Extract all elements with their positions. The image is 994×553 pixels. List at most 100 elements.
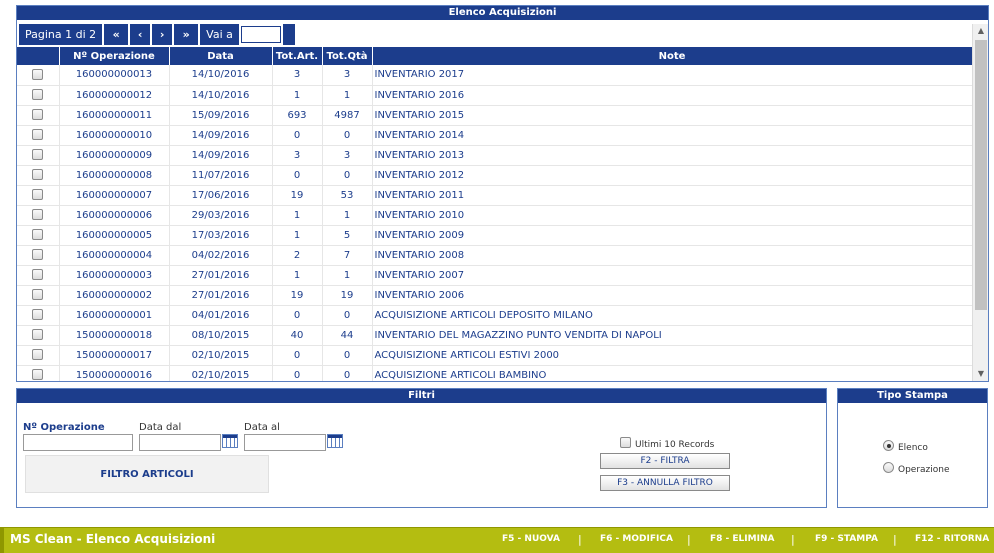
cell-tot-qta: 1 — [322, 85, 373, 106]
row-select-checkbox[interactable] — [32, 109, 44, 121]
row-select-checkbox[interactable] — [32, 289, 44, 301]
next-page-button[interactable]: › — [152, 24, 173, 45]
print-operazione-radio[interactable] — [883, 462, 894, 473]
last10-checkbox[interactable] — [620, 437, 631, 448]
cell-tot-qta: 19 — [322, 285, 373, 306]
last10-label: Ultimi 10 Records — [635, 440, 715, 450]
f12-ritorna-button[interactable]: F12 - RITORNA — [915, 534, 989, 544]
footer-bar: MS Clean - Elenco Acquisizioni F5 - NUOV… — [0, 527, 994, 553]
column-header-operazione[interactable]: Nº Operazione — [59, 47, 170, 65]
operazione-input[interactable] — [23, 434, 133, 451]
scrollbar-thumb[interactable] — [975, 40, 987, 310]
cell-tot-qta: 44 — [322, 325, 373, 346]
cell-note: INVENTARIO 2006 — [372, 285, 972, 306]
table-row[interactable]: 160000000013 14/10/2016 3 3 INVENTARIO 2017 — [17, 65, 972, 86]
row-select-checkbox[interactable] — [32, 69, 44, 80]
goto-page-input[interactable] — [240, 26, 281, 43]
filtro-articoli-button[interactable]: FILTRO ARTICOLI — [25, 455, 269, 493]
row-select-checkbox[interactable] — [32, 329, 44, 341]
print-elenco-label: Elenco — [898, 443, 928, 453]
date-to-calendar-icon[interactable] — [327, 434, 343, 448]
cell-tot-qta: 5 — [322, 225, 373, 246]
cell-tot-art: 1 — [272, 225, 323, 246]
cell-operazione: 160000000005 — [59, 225, 170, 246]
column-header-tot-qta[interactable]: Tot.Qtà — [322, 47, 373, 65]
row-select-checkbox[interactable] — [32, 129, 44, 141]
table-row[interactable]: 160000000005 17/03/2016 1 5 INVENTARIO 2009 — [17, 225, 972, 246]
table-row[interactable]: 160000000006 29/03/2016 1 1 INVENTARIO 2010 — [17, 205, 972, 226]
grid-scrollbar[interactable]: ▲ ▼ — [972, 24, 988, 381]
table-row[interactable]: 160000000004 04/02/2016 2 7 INVENTARIO 2008 — [17, 245, 972, 266]
cell-data: 27/01/2016 — [169, 265, 273, 286]
select-cell — [17, 85, 60, 106]
cell-operazione: 160000000008 — [59, 165, 170, 186]
filtra-button[interactable]: F2 - FILTRA — [600, 453, 730, 469]
cell-tot-qta: 0 — [322, 305, 373, 326]
column-header-data[interactable]: Data — [169, 47, 273, 65]
row-select-checkbox[interactable] — [32, 369, 44, 381]
table-row[interactable]: 160000000008 11/07/2016 0 0 INVENTARIO 2012 — [17, 165, 972, 186]
table-row[interactable]: 160000000003 27/01/2016 1 1 INVENTARIO 2007 — [17, 265, 972, 286]
table-row[interactable]: 160000000012 14/10/2016 1 1 INVENTARIO 2016 — [17, 85, 972, 106]
cell-data: 29/03/2016 — [169, 205, 273, 226]
select-cell — [17, 145, 60, 166]
table-row[interactable]: 150000000018 08/10/2015 40 44 INVENTARIO DEL… — [17, 325, 972, 346]
first-page-button[interactable]: « — [104, 24, 129, 45]
print-operazione-label: Operazione — [898, 465, 950, 475]
cell-note: INVENTARIO 2009 — [372, 225, 972, 246]
table-row[interactable]: 150000000017 02/10/2015 0 0 ACQUISIZIONE ART… — [17, 345, 972, 366]
row-select-checkbox[interactable] — [32, 349, 44, 361]
row-select-checkbox[interactable] — [32, 249, 44, 261]
table-row[interactable]: 150000000016 02/10/2015 0 0 ACQUISIZIONE ART… — [17, 365, 972, 381]
cell-data: 04/01/2016 — [169, 305, 273, 326]
cell-data: 14/10/2016 — [169, 65, 273, 86]
date-to-input[interactable] — [244, 434, 326, 451]
row-select-checkbox[interactable] — [32, 229, 44, 241]
cell-operazione: 160000000009 — [59, 145, 170, 166]
row-select-checkbox[interactable] — [32, 189, 44, 201]
row-select-checkbox[interactable] — [32, 269, 44, 281]
date-from-label: Data dal — [139, 422, 182, 433]
scroll-down-icon[interactable]: ▼ — [973, 367, 989, 381]
date-from-calendar-icon[interactable] — [222, 434, 238, 448]
column-header-note[interactable]: Note — [372, 47, 972, 65]
row-select-checkbox[interactable] — [32, 209, 44, 221]
prev-page-button[interactable]: ‹ — [130, 24, 151, 45]
select-cell — [17, 245, 60, 266]
cell-tot-art: 1 — [272, 85, 323, 106]
row-select-checkbox[interactable] — [32, 309, 44, 321]
cell-tot-art: 0 — [272, 345, 323, 366]
footer-separator: | — [687, 533, 691, 546]
table-row[interactable]: 160000000002 27/01/2016 19 19 INVENTARIO 200… — [17, 285, 972, 306]
annulla-filtro-button[interactable]: F3 - ANNULLA FILTRO — [600, 475, 730, 491]
cell-tot-qta: 1 — [322, 265, 373, 286]
row-select-checkbox[interactable] — [32, 169, 44, 181]
f5-nuova-button[interactable]: F5 - NUOVA — [502, 534, 560, 544]
f9-stampa-button[interactable]: F9 - STAMPA — [815, 534, 878, 544]
cell-note: INVENTARIO 2017 — [372, 65, 972, 86]
print-elenco-radio[interactable] — [883, 440, 894, 451]
scroll-up-icon[interactable]: ▲ — [973, 24, 989, 38]
column-header-tot-art[interactable]: Tot.Art. — [272, 47, 323, 65]
table-row[interactable]: 160000000011 15/09/2016 693 4987 INVENTARIO … — [17, 105, 972, 126]
cell-data: 14/09/2016 — [169, 125, 273, 146]
cell-data: 27/01/2016 — [169, 285, 273, 306]
table-row[interactable]: 160000000001 04/01/2016 0 0 ACQUISIZIONE ART… — [17, 305, 972, 326]
row-select-checkbox[interactable] — [32, 89, 44, 101]
print-type-title: Tipo Stampa — [838, 389, 987, 403]
footer-separator: | — [893, 533, 897, 546]
table-row[interactable]: 160000000010 14/09/2016 0 0 INVENTARIO 2014 — [17, 125, 972, 146]
cell-note: INVENTARIO 2012 — [372, 165, 972, 186]
last-page-button[interactable]: » — [174, 24, 199, 45]
date-from-input[interactable] — [139, 434, 221, 451]
cell-note: INVENTARIO 2013 — [372, 145, 972, 166]
f6-modifica-button[interactable]: F6 - MODIFICA — [600, 534, 673, 544]
cell-note: INVENTARIO 2008 — [372, 245, 972, 266]
f8-elimina-button[interactable]: F8 - ELIMINA — [710, 534, 774, 544]
row-select-checkbox[interactable] — [32, 149, 44, 161]
table-row[interactable]: 160000000009 14/09/2016 3 3 INVENTARIO 2013 — [17, 145, 972, 166]
cell-tot-qta: 7 — [322, 245, 373, 266]
table-row[interactable]: 160000000007 17/06/2016 19 53 INVENTARIO 201… — [17, 185, 972, 206]
filters-panel: Filtri Nº Operazione Data dal Data al FI… — [16, 388, 827, 508]
cell-operazione: 150000000017 — [59, 345, 170, 366]
